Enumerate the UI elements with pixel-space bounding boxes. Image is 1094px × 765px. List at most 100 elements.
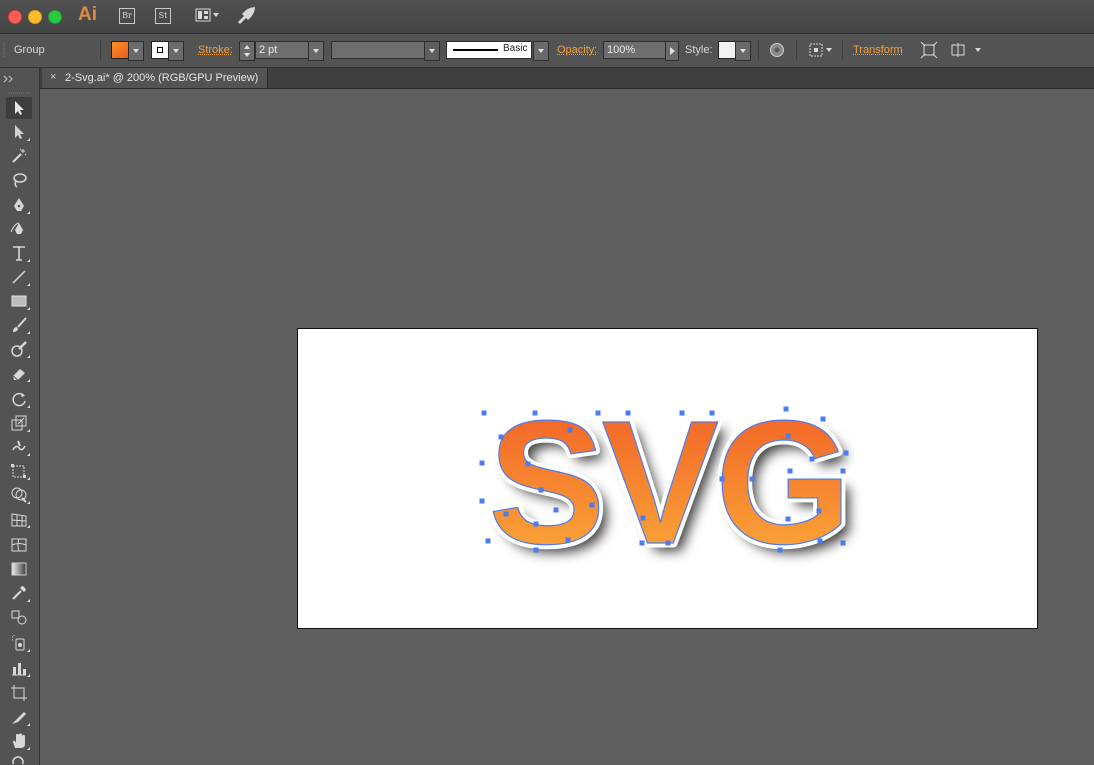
anchor-point[interactable] — [749, 476, 755, 482]
graphic-style-swatch[interactable] — [718, 41, 736, 59]
lasso-tool[interactable] — [6, 169, 32, 191]
bridge-button[interactable]: Br — [119, 8, 135, 24]
anchor-point[interactable] — [817, 538, 823, 544]
opacity-field[interactable]: 100% — [603, 41, 666, 59]
brush-definition[interactable]: Basic — [446, 41, 532, 59]
gradient-tool[interactable] — [6, 558, 32, 580]
symbol-sprayer-tool[interactable] — [6, 632, 32, 654]
blend-tool[interactable] — [6, 606, 32, 628]
close-tab-icon[interactable]: × — [50, 71, 56, 83]
anchor-point[interactable] — [709, 410, 715, 416]
shaper-tool[interactable] — [6, 338, 32, 360]
fill-dropdown[interactable] — [128, 41, 144, 61]
stock-button[interactable]: St — [155, 8, 171, 24]
opacity-slider-button[interactable] — [665, 41, 679, 61]
anchor-point[interactable] — [479, 498, 485, 504]
anchor-point[interactable] — [567, 427, 573, 433]
anchor-point[interactable] — [589, 502, 595, 508]
warp-tool[interactable] — [6, 436, 32, 458]
close-window-button[interactable] — [8, 10, 22, 24]
variable-width-profile[interactable] — [331, 41, 426, 59]
eraser-tool[interactable] — [6, 362, 32, 384]
selection-tool[interactable] — [6, 97, 32, 119]
stroke-weight-dropdown[interactable] — [308, 41, 324, 61]
stroke-weight-stepper[interactable] — [239, 41, 255, 61]
anchor-point[interactable] — [785, 433, 791, 439]
paintbrush-tool[interactable] — [6, 314, 32, 336]
anchor-point[interactable] — [785, 516, 791, 522]
pen-tool[interactable] — [6, 194, 32, 216]
scale-tool[interactable] — [6, 412, 32, 434]
magic-wand-tool[interactable] — [6, 145, 32, 167]
zoom-window-button[interactable] — [48, 10, 62, 24]
anchor-point[interactable] — [843, 450, 849, 456]
stroke-swatch[interactable] — [151, 41, 169, 59]
anchor-point[interactable] — [533, 547, 539, 553]
anchor-point[interactable] — [481, 410, 487, 416]
fill-swatch[interactable] — [111, 41, 129, 59]
anchor-point[interactable] — [639, 540, 645, 546]
artboard-tool[interactable] — [6, 682, 32, 704]
type-tool[interactable] — [6, 242, 32, 264]
control-bar-grip[interactable] — [2, 42, 6, 58]
zoom-tool[interactable] — [6, 754, 32, 764]
anchor-point[interactable] — [787, 468, 793, 474]
panel-menu-button[interactable] — [950, 41, 984, 59]
anchor-point[interactable] — [777, 547, 783, 553]
artboard[interactable]: SVG SVG SVG — [297, 328, 1038, 629]
anchor-point[interactable] — [498, 434, 504, 440]
column-graph-tool[interactable] — [6, 657, 32, 679]
anchor-point[interactable] — [525, 461, 531, 467]
stroke-weight-field[interactable]: 2 pt — [255, 41, 310, 59]
tools-panel-grip[interactable] — [9, 82, 31, 94]
eyedropper-tool[interactable] — [6, 582, 32, 604]
mesh-tool[interactable] — [6, 534, 32, 556]
free-transform-tool[interactable] — [6, 460, 32, 482]
minimize-window-button[interactable] — [28, 10, 42, 24]
curvature-tool[interactable] — [6, 218, 32, 240]
opacity-panel-link[interactable]: Opacity: — [557, 44, 597, 56]
brush-dropdown[interactable] — [533, 41, 549, 61]
stroke-dropdown[interactable] — [168, 41, 184, 61]
anchor-point[interactable] — [625, 410, 631, 416]
anchor-point[interactable] — [485, 538, 491, 544]
anchor-point[interactable] — [679, 410, 685, 416]
shape-builder-tool[interactable] — [6, 484, 32, 506]
anchor-point[interactable] — [665, 540, 671, 546]
anchor-point[interactable] — [479, 460, 485, 466]
anchor-point[interactable] — [595, 410, 601, 416]
line-tool[interactable] — [6, 266, 32, 288]
slice-tool[interactable] — [6, 706, 32, 728]
stroke-panel-link[interactable]: Stroke: — [198, 44, 233, 56]
recolor-artwork-button[interactable] — [768, 41, 786, 59]
anchor-point[interactable] — [553, 507, 559, 513]
anchor-point[interactable] — [640, 515, 646, 521]
anchor-point[interactable] — [503, 511, 509, 517]
isolate-selected-button[interactable] — [920, 41, 938, 59]
transform-panel-link[interactable]: Transform — [853, 44, 903, 56]
perspective-grid-tool[interactable] — [6, 508, 32, 530]
anchor-point[interactable] — [820, 416, 826, 422]
anchor-point[interactable] — [840, 540, 846, 546]
gpu-performance-button[interactable] — [236, 6, 256, 24]
anchor-point[interactable] — [840, 468, 846, 474]
anchor-point[interactable] — [533, 521, 539, 527]
anchor-point[interactable] — [783, 406, 789, 412]
align-to-button[interactable] — [808, 41, 834, 59]
hand-tool[interactable] — [6, 730, 32, 752]
anchor-point[interactable] — [816, 508, 822, 514]
variable-width-dropdown[interactable] — [424, 41, 440, 61]
rotate-tool[interactable] — [6, 388, 32, 410]
direct-selection-tool[interactable] — [6, 121, 32, 143]
document-tab[interactable]: × 2-Svg.ai* @ 200% (RGB/GPU Preview) — [42, 68, 268, 88]
svg-text-artwork[interactable]: SVG — [488, 384, 853, 581]
collapse-panel-button[interactable] — [3, 70, 17, 83]
rectangle-tool[interactable] — [6, 290, 32, 312]
anchor-point[interactable] — [565, 537, 571, 543]
anchor-point[interactable] — [719, 476, 725, 482]
anchor-point[interactable] — [809, 456, 815, 462]
arrange-documents-button[interactable] — [195, 8, 221, 22]
anchor-point[interactable] — [538, 487, 544, 493]
artwork-svg[interactable]: SVG SVG SVG — [298, 329, 1037, 628]
anchor-point[interactable] — [532, 410, 538, 416]
